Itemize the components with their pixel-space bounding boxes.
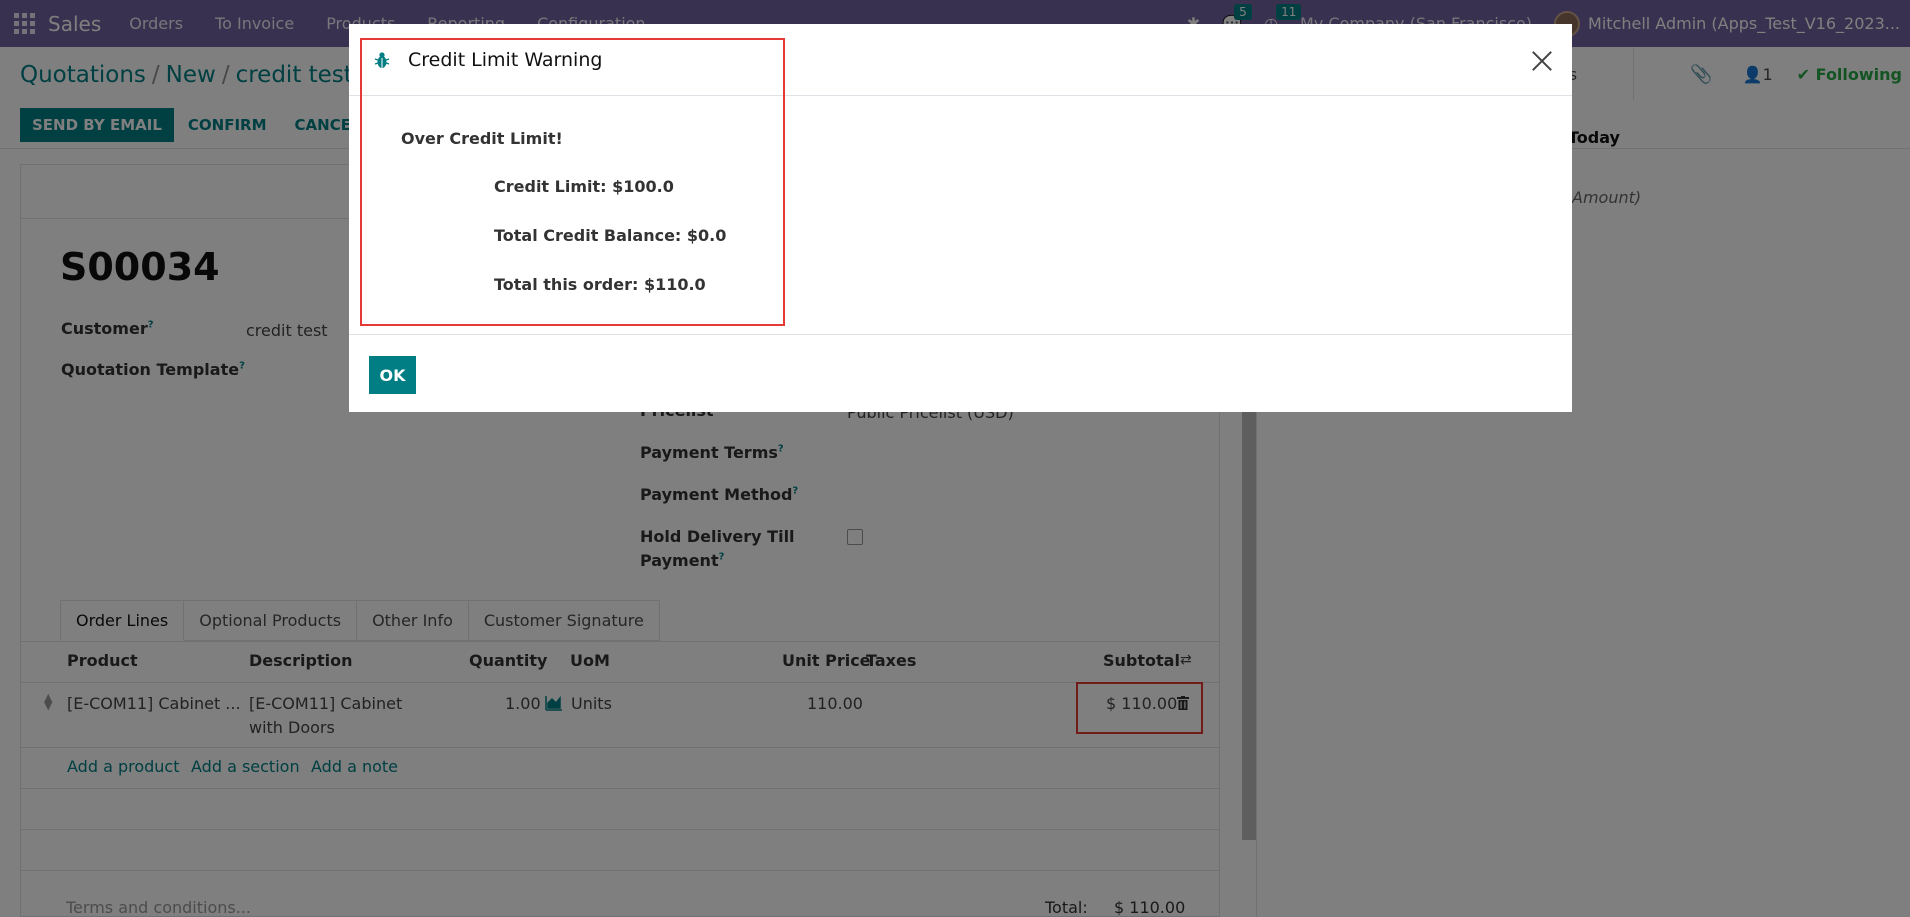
total-this-order-text: Total this order: $110.0: [494, 275, 706, 294]
credit-limit-dialog: Credit Limit Warning Over Credit Limit! …: [349, 24, 1572, 412]
total-credit-balance-text: Total Credit Balance: $0.0: [494, 226, 727, 245]
ok-button[interactable]: OK: [369, 356, 416, 394]
credit-limit-text: Credit Limit: $100.0: [494, 177, 674, 196]
close-icon[interactable]: [1531, 50, 1553, 72]
over-credit-limit-text: Over Credit Limit!: [401, 129, 563, 148]
divider: [349, 334, 1572, 335]
